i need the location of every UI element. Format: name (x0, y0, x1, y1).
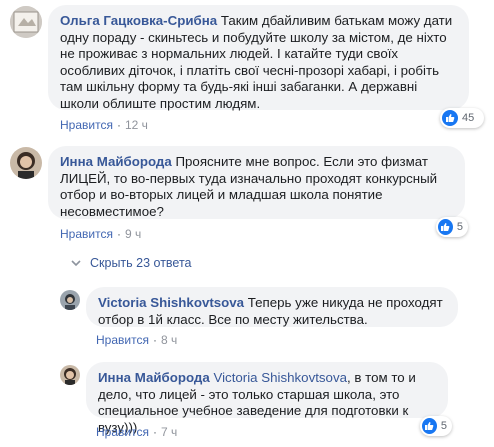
like-link[interactable]: Нравится (96, 425, 149, 439)
avatar-image (60, 290, 80, 310)
reaction-number: 5 (440, 420, 447, 432)
avatar[interactable] (10, 147, 42, 179)
reply-author[interactable]: Victoria Shishkovtsova (98, 295, 244, 310)
comment-actions: Нравится · 9 ч (60, 227, 142, 241)
comment-bubble: Ольга Гацковка-Срибна Таким дбайливим ба… (48, 5, 469, 111)
reply-actions: Нравится · 7 ч (96, 425, 178, 439)
avatar-image (10, 6, 42, 38)
like-link[interactable]: Нравится (60, 227, 113, 241)
comment-author[interactable]: Ольга Гацковка-Срибна (60, 13, 217, 28)
reply-actions: Нравится · 8 ч (96, 333, 178, 347)
hide-replies-label: Скрыть 23 ответа (90, 256, 192, 270)
like-thumb-icon (438, 219, 453, 235)
timestamp[interactable]: 9 ч (125, 227, 141, 241)
timestamp[interactable]: 12 ч (125, 118, 148, 132)
mention-link[interactable]: Victoria Shishkovtsova (213, 370, 347, 385)
comment-bubble: Инна Майборода Проясните мне вопрос. Есл… (48, 146, 465, 219)
reaction-count[interactable]: 5 (436, 217, 468, 237)
avatar-image (60, 365, 80, 385)
reaction-number: 45 (462, 112, 475, 124)
like-thumb-icon (422, 418, 437, 434)
hide-replies-toggle[interactable]: Скрыть 23 ответа (70, 256, 192, 270)
reaction-count[interactable]: 45 (440, 108, 484, 128)
reaction-count[interactable]: 5 (420, 416, 452, 436)
avatar-image (10, 147, 42, 179)
avatar[interactable] (60, 365, 80, 385)
reaction-number: 5 (456, 221, 463, 233)
like-link[interactable]: Нравится (96, 333, 149, 347)
comment-author[interactable]: Инна Майборода (60, 154, 172, 169)
chevron-down-icon (71, 260, 81, 267)
timestamp[interactable]: 8 ч (161, 333, 177, 347)
reply-author[interactable]: Инна Майборода (98, 370, 210, 385)
like-link[interactable]: Нравится (60, 118, 113, 132)
like-thumb-icon (442, 110, 458, 126)
comment-actions: Нравится · 12 ч (60, 118, 148, 132)
timestamp[interactable]: 7 ч (161, 425, 177, 439)
avatar[interactable] (60, 290, 80, 310)
avatar[interactable] (10, 6, 42, 38)
reply-bubble: Инна Майборода Victoria Shishkovtsova, в… (86, 362, 448, 435)
reply-bubble: Victoria Shishkovtsova Теперь уже никуда… (86, 287, 458, 327)
